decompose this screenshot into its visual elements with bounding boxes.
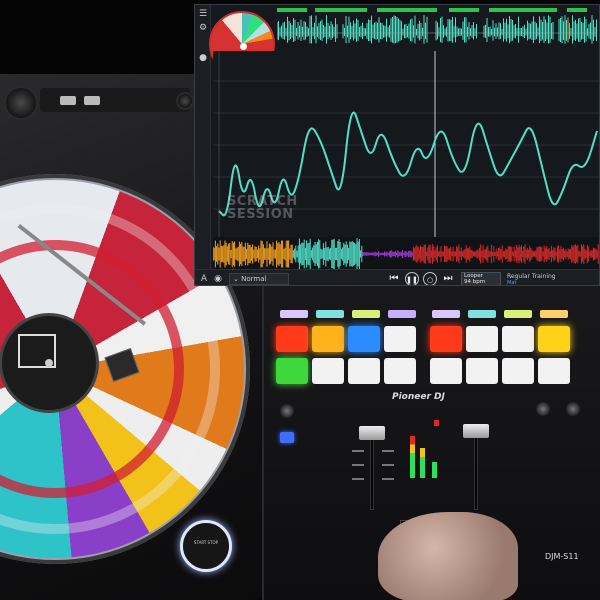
turntable-button <box>84 96 100 105</box>
performance-pad <box>430 358 462 384</box>
pad-strip <box>280 310 308 318</box>
mode-select[interactable]: ⌄ Normal <box>229 273 289 285</box>
target-icon[interactable]: ◉ <box>213 274 223 284</box>
fader-tick <box>352 464 364 466</box>
scratch-session-watermark: SCRATCH SESSION <box>227 195 298 221</box>
turntable-button <box>60 96 76 105</box>
pad-strip <box>316 310 344 318</box>
channel-fader-track <box>370 430 374 510</box>
mixer-knob <box>536 402 550 416</box>
performance-pad <box>348 326 380 352</box>
mode-select-value: Normal <box>241 275 267 283</box>
level-meter <box>420 448 425 478</box>
performance-pad <box>384 358 416 384</box>
performance-pad <box>430 326 462 352</box>
pause-icon[interactable]: ❚❚ <box>405 272 419 285</box>
hand <box>378 512 518 600</box>
performance-pad <box>538 358 570 384</box>
performance-pad <box>502 358 534 384</box>
record-icon[interactable]: ● <box>198 53 208 63</box>
mixer-model-label: DJM-S11 <box>545 552 579 561</box>
performance-pad <box>538 326 570 352</box>
mixer-knob <box>280 404 294 418</box>
info-icon[interactable]: A <box>199 274 209 284</box>
looper-control[interactable]: Looper 94 bpm <box>461 272 501 285</box>
training-sub-link[interactable]: Mat <box>507 280 516 285</box>
performance-pad <box>312 358 344 384</box>
performance-pad <box>466 358 498 384</box>
turntable-knob <box>4 86 38 120</box>
level-meter-peak <box>434 420 439 426</box>
spindle <box>45 359 53 367</box>
performance-pad <box>466 326 498 352</box>
pie-center-dot <box>240 43 247 50</box>
track-waveform[interactable] <box>213 237 599 271</box>
training-mode-label: Regular Training <box>507 273 556 280</box>
scratch-training-app: ☰ ⚙ ● SCRATCH SESSION A ◉ ⌄ Normal ⏮ ❚❚ … <box>194 4 600 286</box>
performance-pad <box>276 358 308 384</box>
skip-back-icon[interactable]: ⏮ <box>387 272 401 285</box>
turntable-knob <box>176 92 194 110</box>
overview-waveform[interactable] <box>277 9 597 49</box>
pad-strip <box>468 310 496 318</box>
pad-strip <box>388 310 416 318</box>
level-meter <box>432 462 437 478</box>
watermark-line2: SESSION <box>227 207 294 222</box>
performance-pad <box>348 358 380 384</box>
pad-strip <box>432 310 460 318</box>
looper-value: 94 bpm <box>464 279 486 285</box>
performance-pad <box>312 326 344 352</box>
skip-forward-icon[interactable]: ⏭ <box>441 272 455 285</box>
mixer-blue-button <box>280 432 294 443</box>
performance-pad <box>384 326 416 352</box>
fader-tick <box>382 464 394 466</box>
pad-strip <box>540 310 568 318</box>
channel-fader-cap <box>359 426 385 440</box>
performance-pad <box>502 326 534 352</box>
transport-bar: A ◉ ⌄ Normal ⏮ ❚❚ ○ ⏭ Looper 94 bpm Regu… <box>195 269 599 285</box>
mixer-knob <box>566 402 580 416</box>
channel-fader-track <box>474 430 478 510</box>
record-icon[interactable]: ○ <box>423 272 437 285</box>
channel-fader-cap <box>463 424 489 438</box>
fader-tick <box>352 478 364 480</box>
fader-tick <box>352 450 364 452</box>
menu-icon[interactable]: ☰ <box>198 9 208 19</box>
start-stop-button <box>180 520 232 572</box>
settings-icon[interactable]: ⚙ <box>198 23 208 33</box>
pad-strip <box>352 310 380 318</box>
performance-pad <box>276 326 308 352</box>
start-stop-label: START STOP <box>193 540 219 545</box>
pad-strip <box>504 310 532 318</box>
mixer-brand-logo: Pioneer DJ <box>392 392 445 402</box>
level-meter <box>410 436 415 478</box>
fader-tick <box>382 478 394 480</box>
fader-tick <box>382 450 394 452</box>
chevron-down-icon: ⌄ <box>233 275 239 283</box>
